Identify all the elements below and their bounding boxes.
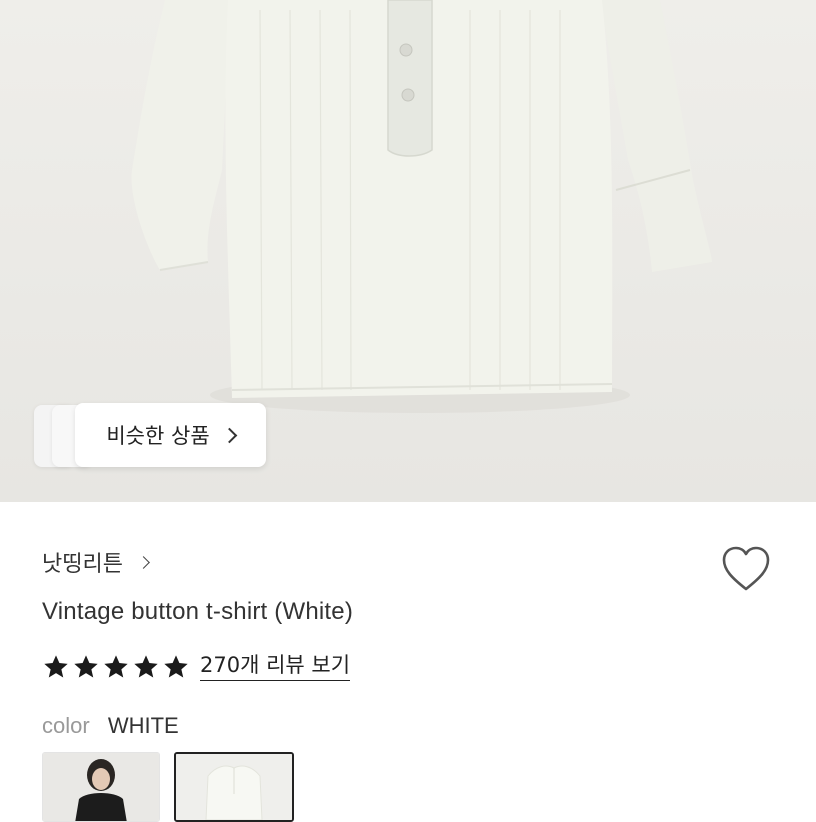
star-icon xyxy=(44,654,68,677)
brand-name: 낫띵리튼 xyxy=(42,552,123,577)
color-value: WHITE xyxy=(107,713,179,738)
color-label: color xyxy=(42,713,90,738)
star-icon xyxy=(164,654,188,677)
color-options xyxy=(42,752,294,822)
rating-row: 270개 리뷰 보기 xyxy=(42,652,351,681)
color-option-model[interactable] xyxy=(42,752,160,822)
color-row: color WHITE xyxy=(42,713,179,739)
star-icon xyxy=(104,654,128,677)
star-icon xyxy=(74,654,98,677)
color-option-white[interactable] xyxy=(174,752,294,822)
similar-products-button[interactable]: 비슷한 상품 xyxy=(75,403,266,467)
product-image[interactable]: 비슷한 상품 xyxy=(0,0,816,502)
star-rating xyxy=(42,653,190,681)
star-icon xyxy=(134,654,158,677)
heart-icon[interactable] xyxy=(720,545,772,593)
brand-link[interactable]: 낫띵리튼 xyxy=(42,546,150,578)
chevron-right-icon xyxy=(137,555,150,569)
product-title: Vintage button t-shirt (White) xyxy=(42,598,354,625)
similar-products-label: 비슷한 상품 xyxy=(106,424,210,448)
reviews-link[interactable]: 270개 리뷰 보기 xyxy=(200,652,351,681)
chevron-right-icon xyxy=(221,427,237,443)
